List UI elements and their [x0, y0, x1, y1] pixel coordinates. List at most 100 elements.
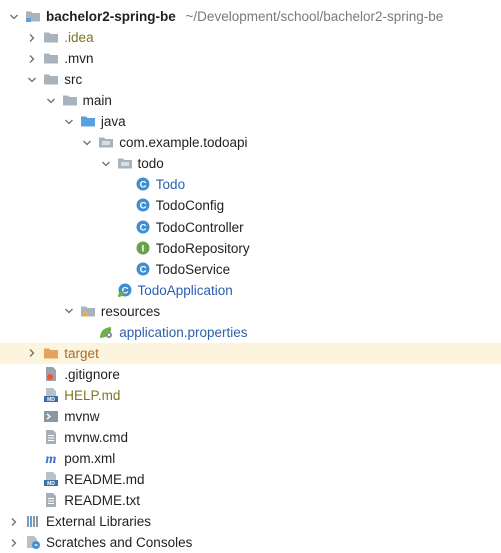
svg-text:C: C [139, 201, 146, 212]
svg-text:I: I [141, 243, 144, 254]
maven-pom-icon: m [43, 450, 59, 467]
chevron-right-icon[interactable] [26, 343, 38, 364]
tree-row-idea[interactable]: .idea [0, 27, 501, 48]
external-libraries-icon [25, 513, 41, 529]
chevron-right-icon[interactable] [8, 532, 20, 553]
chevron-down-icon[interactable] [26, 69, 38, 90]
tree-item-label: TodoService [155, 261, 231, 277]
tree-row-main[interactable]: main [0, 90, 501, 111]
class-icon: C [135, 219, 151, 235]
tree-item-label: src [64, 72, 83, 88]
package-icon [98, 134, 114, 150]
tree-item-label: main [82, 93, 112, 109]
svg-text:m: m [46, 452, 57, 466]
resources-folder-icon [80, 303, 96, 319]
tree-item-label: application.properties [119, 324, 248, 340]
tree-row-gitignore[interactable]: .gitignore [0, 364, 501, 385]
tree-row-resources[interactable]: resources [0, 301, 501, 322]
tree-item-label: resources [100, 303, 161, 319]
text-file-icon [43, 429, 59, 445]
tree-item-label: TodoApplication [137, 282, 233, 298]
excluded-folder-icon [43, 345, 59, 361]
svg-text:C: C [139, 264, 146, 275]
tree-item-label: .mvn [64, 51, 94, 67]
module-folder-icon [25, 8, 41, 24]
spring-boot-class-icon: C [117, 282, 133, 298]
tree-item-label: HELP.md [64, 387, 121, 403]
tree-row-com-example-todoapi[interactable]: com.example.todoapi [0, 132, 501, 153]
folder-icon [43, 50, 59, 66]
tree-item-label: mvnw [64, 408, 100, 424]
tree-item-label: Scratches and Consoles [46, 535, 193, 551]
tree-item-label: todo [137, 156, 164, 172]
tree-row-help-md[interactable]: MD HELP.md [0, 385, 501, 406]
tree-item-label: Todo [155, 177, 186, 193]
markdown-file-icon: MD [43, 471, 59, 487]
tree-item-label: bachelor2-spring-be ~/Development/school… [46, 9, 444, 24]
tree-item-label: TodoRepository [155, 240, 250, 256]
tree-row-todo[interactable]: todo [0, 153, 501, 174]
tree-row-todocontroller[interactable]: C TodoController [0, 217, 501, 238]
tree-row-todorepository[interactable]: I TodoRepository [0, 238, 501, 259]
tree-row-readme-md[interactable]: MD README.md [0, 469, 501, 490]
tree-row-java[interactable]: java [0, 111, 501, 132]
scratches-icon [25, 534, 41, 550]
svg-text:C: C [139, 222, 146, 233]
tree-row-todoapplication[interactable]: C TodoApplication [0, 280, 501, 301]
tree-row-src[interactable]: src [0, 69, 501, 90]
tree-item-label: TodoConfig [155, 198, 225, 214]
chevron-down-icon[interactable] [63, 301, 75, 322]
folder-icon [43, 29, 59, 45]
class-icon: C [135, 176, 151, 192]
tree-item-label: pom.xml [64, 451, 116, 467]
tree-row-mvn[interactable]: .mvn [0, 48, 501, 69]
chevron-right-icon[interactable] [26, 48, 38, 69]
tree-row-readme-txt[interactable]: README.txt [0, 490, 501, 511]
svg-text:MD: MD [47, 397, 55, 403]
tree-item-label: java [100, 114, 126, 130]
tree-row-application-properties[interactable]: application.properties [0, 322, 501, 343]
source-folder-icon [80, 113, 96, 129]
tree-row-target[interactable]: target [0, 342, 501, 364]
project-tree: bachelor2-spring-be ~/Development/school… [0, 0, 501, 550]
tree-row-pom-xml[interactable]: m pom.xml [0, 448, 501, 469]
tree-row-external-libraries[interactable]: External Libraries [0, 511, 501, 532]
chevron-down-icon[interactable] [8, 6, 20, 27]
class-icon: C [135, 197, 151, 213]
tree-row-mvnw-cmd[interactable]: mvnw.cmd [0, 427, 501, 448]
tree-item-label: .idea [64, 30, 94, 46]
tree-row-bachelor2-spring-be[interactable]: bachelor2-spring-be ~/Development/school… [0, 6, 501, 27]
package-icon [117, 155, 133, 171]
project-path-label: ~/Development/school/bachelor2-spring-be [185, 9, 444, 24]
tree-row-todoservice[interactable]: C TodoService [0, 259, 501, 280]
svg-text:C: C [139, 180, 146, 191]
interface-icon: I [135, 240, 151, 256]
chevron-right-icon[interactable] [26, 27, 38, 48]
tree-row-scratches-and-consoles[interactable]: Scratches and Consoles [0, 532, 501, 553]
chevron-down-icon[interactable] [45, 90, 57, 111]
gitignore-file-icon [43, 366, 59, 382]
tree-item-label: .gitignore [64, 366, 120, 382]
tree-item-label: com.example.todoapi [119, 135, 248, 151]
tree-item-label: External Libraries [46, 514, 152, 530]
chevron-down-icon[interactable] [63, 111, 75, 132]
chevron-down-icon[interactable] [81, 132, 93, 153]
spring-properties-icon [98, 324, 114, 340]
class-icon: C [135, 261, 151, 277]
tree-row-mvnw[interactable]: mvnw [0, 406, 501, 427]
shell-file-icon [43, 408, 59, 424]
text-file-icon [43, 492, 59, 508]
folder-icon [62, 92, 78, 108]
tree-row-todo[interactable]: C Todo [0, 174, 501, 195]
markdown-file-icon: MD [43, 387, 59, 403]
svg-text:MD: MD [47, 481, 55, 487]
tree-item-label: README.txt [64, 493, 141, 509]
tree-row-todoconfig[interactable]: C TodoConfig [0, 195, 501, 216]
tree-item-label: TodoController [155, 219, 244, 235]
folder-icon [43, 71, 59, 87]
chevron-right-icon[interactable] [8, 511, 20, 532]
tree-item-label: README.md [64, 472, 145, 488]
tree-item-label: mvnw.cmd [64, 430, 129, 445]
tree-item-label: target [64, 345, 99, 361]
chevron-down-icon[interactable] [100, 153, 112, 174]
